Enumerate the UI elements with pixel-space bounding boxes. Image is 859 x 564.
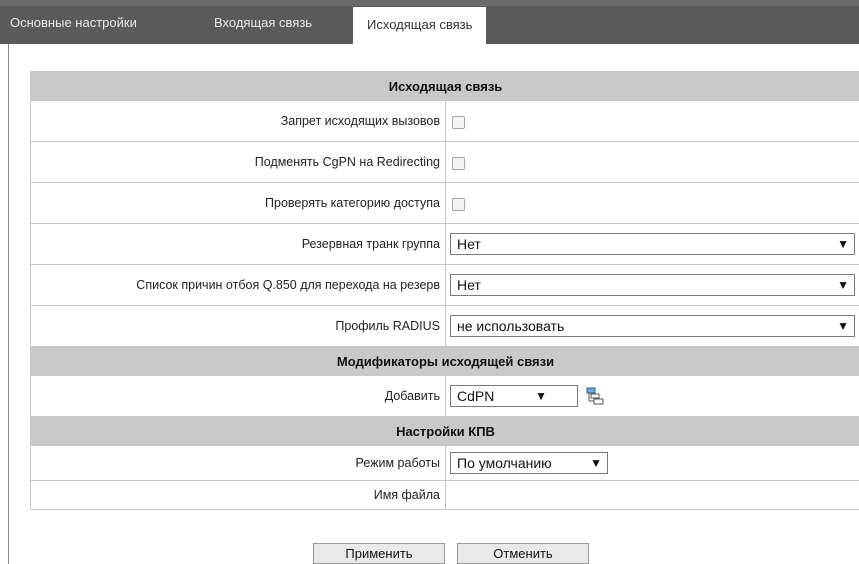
replace-cgpn-label: Подменять CgPN на Redirecting <box>30 141 446 183</box>
triangle-down-icon: ▼ <box>837 237 849 251</box>
backup-trunk-value: Нет <box>457 236 481 252</box>
add-modifier-icon[interactable] <box>586 387 604 405</box>
triangle-down-icon: ▼ <box>590 456 602 470</box>
tab-incoming[interactable]: Входящая связь <box>208 8 318 38</box>
backup-trunk-label: Резервная транк группа <box>30 223 446 265</box>
triangle-down-icon: ▼ <box>535 389 547 403</box>
tab-bar: Основные настройки Входящая связь Исходя… <box>0 0 859 44</box>
section-title-kpv: Настройки КПВ <box>30 416 859 446</box>
apply-button[interactable]: Применить <box>313 543 445 564</box>
row-q850: Список причин отбоя Q.850 для перехода н… <box>30 264 859 306</box>
row-mode: Режим работы По умолчанию ▼ <box>30 445 859 481</box>
section-header-outgoing: Исходящая связь <box>30 71 859 101</box>
row-replace-cgpn: Подменять CgPN на Redirecting <box>30 141 859 183</box>
q850-value: Нет <box>457 277 481 293</box>
backup-trunk-select[interactable]: Нет ▼ <box>450 233 855 255</box>
tab-outgoing[interactable]: Исходящая связь <box>353 7 487 44</box>
radius-value: не использовать <box>457 318 565 334</box>
section-header-kpv: Настройки КПВ <box>30 416 859 446</box>
triangle-down-icon: ▼ <box>837 278 849 292</box>
replace-cgpn-checkbox[interactable] <box>452 156 465 170</box>
mode-value: По умолчанию <box>457 455 552 471</box>
q850-label: Список причин отбоя Q.850 для перехода н… <box>30 264 446 306</box>
block-outgoing-checkbox[interactable] <box>452 115 465 129</box>
row-backup-trunk: Резервная транк группа Нет ▼ <box>30 223 859 265</box>
add-modifier-select[interactable]: CdPN ▼ <box>450 385 578 407</box>
mode-label: Режим работы <box>30 445 446 481</box>
filename-label: Имя файла <box>30 480 446 510</box>
check-category-label: Проверять категорию доступа <box>30 182 446 224</box>
mode-select[interactable]: По умолчанию ▼ <box>450 452 608 474</box>
settings-table: Исходящая связь Запрет исходящих вызовов… <box>30 71 859 510</box>
section-header-modifiers: Модификаторы исходящей связи <box>30 346 859 376</box>
add-label: Добавить <box>30 375 446 417</box>
check-category-checkbox[interactable] <box>452 197 465 211</box>
section-title-modifiers: Модификаторы исходящей связи <box>30 346 859 376</box>
row-check-category: Проверять категорию доступа <box>30 182 859 224</box>
add-modifier-value: CdPN <box>457 388 495 404</box>
block-outgoing-label: Запрет исходящих вызовов <box>30 100 446 142</box>
row-filename: Имя файла <box>30 480 859 510</box>
radius-select[interactable]: не использовать ▼ <box>450 315 855 337</box>
row-radius: Профиль RADIUS не использовать ▼ <box>30 305 859 347</box>
section-title-outgoing: Исходящая связь <box>30 71 859 101</box>
row-add-modifier: Добавить CdPN ▼ <box>30 375 859 417</box>
filename-value <box>445 480 859 510</box>
tab-general-settings[interactable]: Основные настройки <box>4 8 143 38</box>
cancel-button[interactable]: Отменить <box>457 543 589 564</box>
left-border-line <box>8 44 9 564</box>
row-block-outgoing: Запрет исходящих вызовов <box>30 100 859 142</box>
triangle-down-icon: ▼ <box>837 319 849 333</box>
q850-select[interactable]: Нет ▼ <box>450 274 855 296</box>
tab-bar-shadow <box>0 0 859 6</box>
radius-label: Профиль RADIUS <box>30 305 446 347</box>
